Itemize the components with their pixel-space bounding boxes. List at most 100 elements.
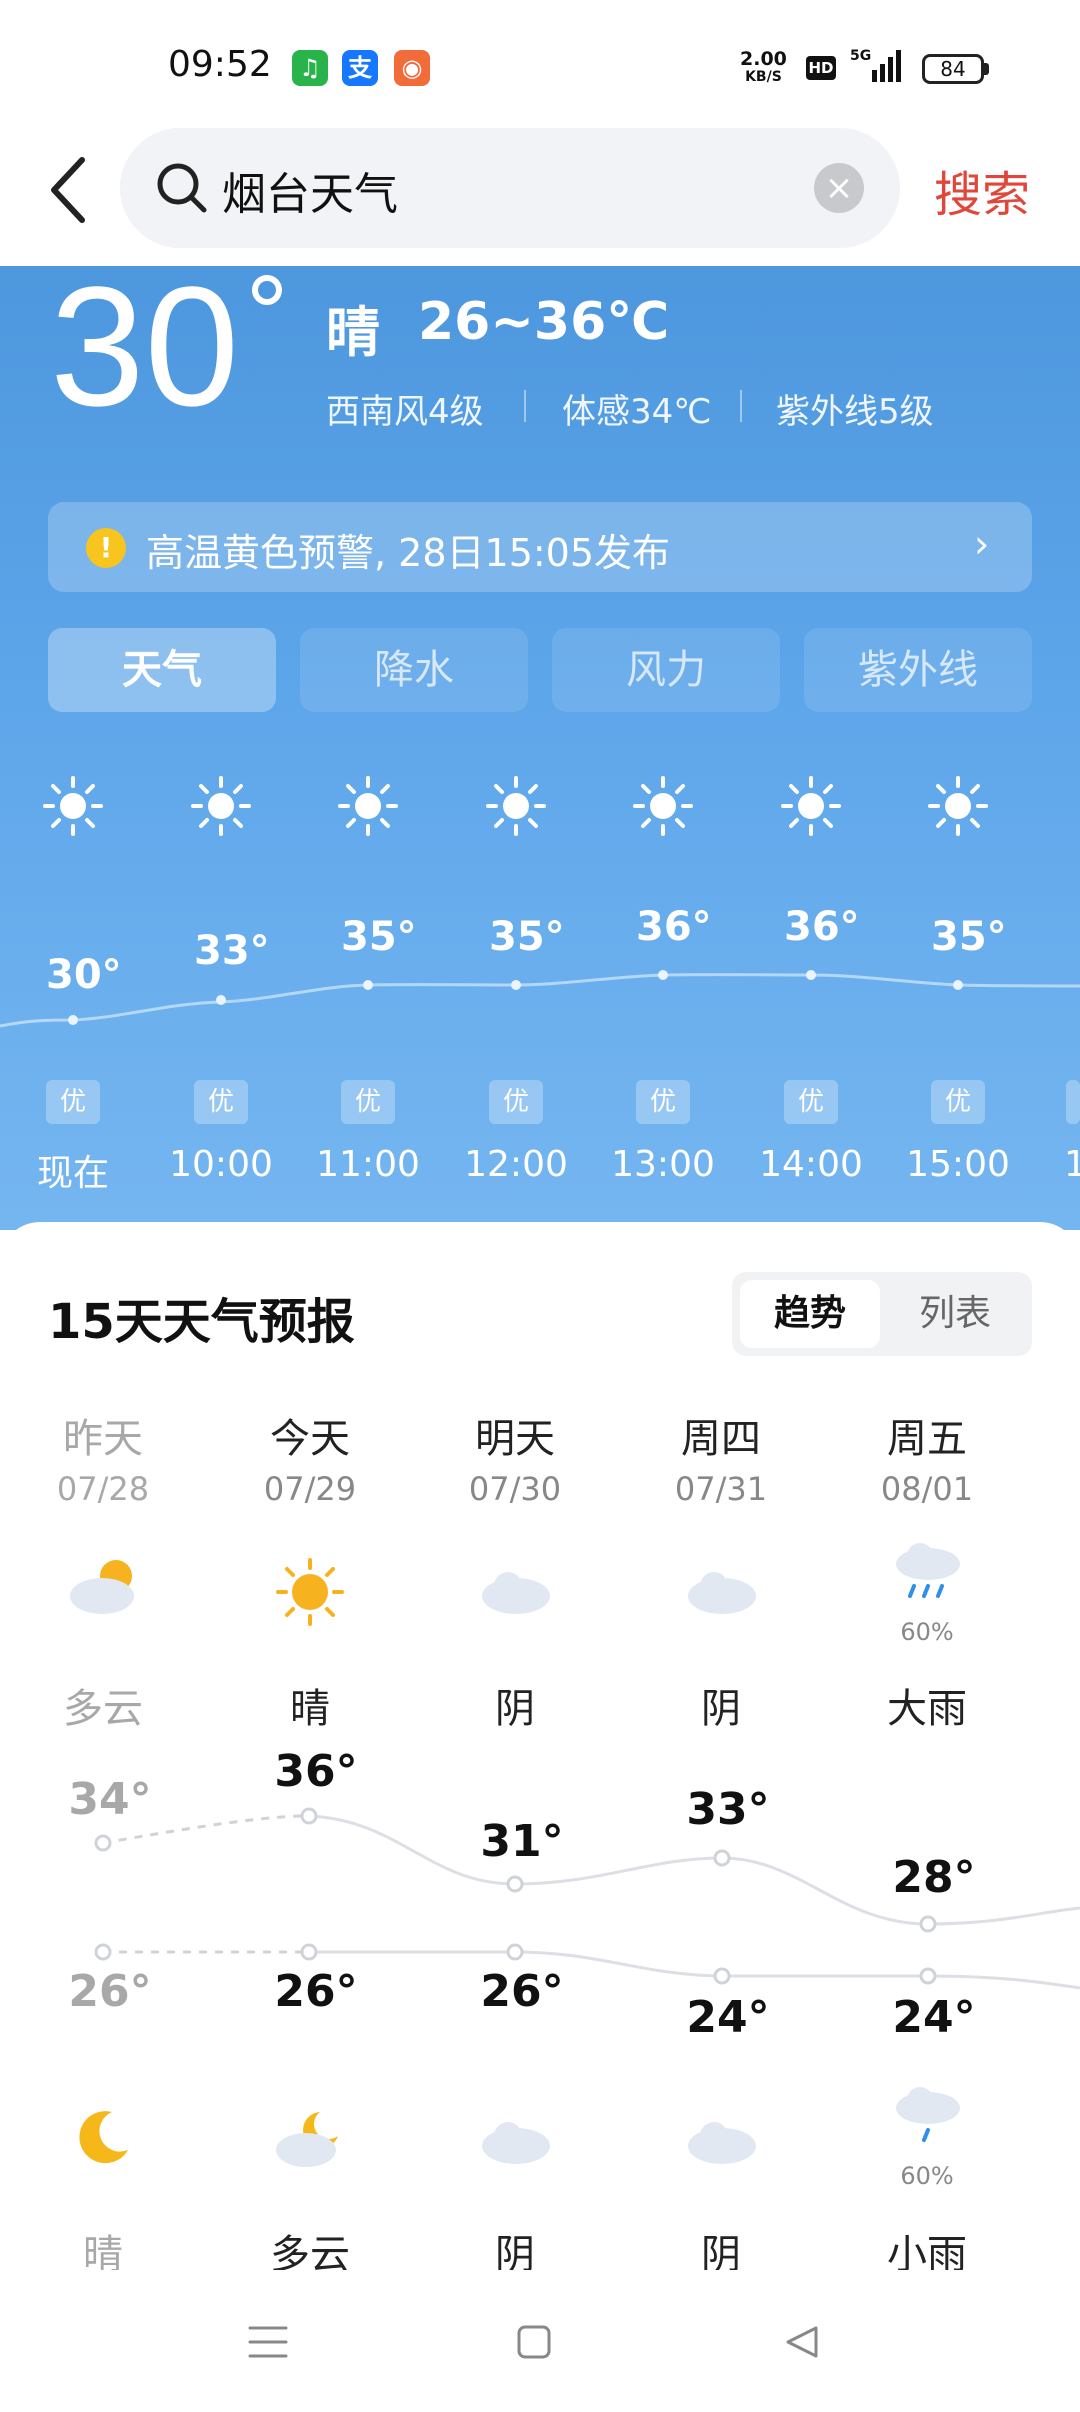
hourly-time: 14:00	[759, 1144, 863, 1185]
hourly-temp: 35°	[931, 914, 1007, 960]
search-button[interactable]: 搜索	[934, 155, 1030, 225]
light-rain-icon	[892, 2084, 964, 2148]
hourly-time: 11:00	[316, 1144, 420, 1185]
meta-divider	[524, 390, 526, 422]
hourly-time-partial: 1	[1064, 1144, 1080, 1185]
alipay-icon: 支	[342, 50, 378, 86]
alert-text: 高温黄色预警, 28日15:05发布	[146, 531, 671, 575]
home-icon[interactable]	[516, 2324, 552, 2360]
sun-icon	[779, 774, 843, 838]
moon-icon	[76, 2108, 132, 2166]
day-condition: 大雨	[887, 1686, 967, 1732]
app-icon-green: ♫	[292, 50, 328, 86]
hourly-temp: 36°	[636, 904, 712, 950]
meta-divider	[740, 390, 742, 422]
forecast-title: 15天天气预报	[48, 1294, 355, 1350]
sun-icon	[484, 774, 548, 838]
back-arrow-icon[interactable]	[44, 150, 100, 230]
hourly-temp: 35°	[489, 914, 565, 960]
hourly-dot	[68, 1015, 78, 1025]
back-triangle-icon[interactable]	[784, 2324, 820, 2360]
network-speed-value: 2.00	[740, 48, 787, 70]
warning-icon: !	[86, 528, 126, 568]
sun-icon	[189, 774, 253, 838]
hd-badge: HD	[806, 56, 836, 80]
network-speed: 2.00 KB/S	[740, 50, 787, 86]
hourly-temp: 33°	[194, 928, 270, 974]
hourly-temp: 36°	[784, 904, 860, 950]
battery-icon: 84	[922, 54, 984, 84]
aqi-badge-partial	[1066, 1080, 1080, 1124]
cloud-icon	[480, 1566, 552, 1616]
day-name: 周四	[681, 1416, 761, 1462]
day-date: 07/31	[674, 1470, 768, 1508]
tab-uv[interactable]: 紫外线	[804, 628, 1032, 712]
toggle-trend-button[interactable]: 趋势	[740, 1280, 880, 1348]
tab-precipitation[interactable]: 降水	[300, 628, 528, 712]
aqi-badge: 优	[636, 1080, 690, 1124]
aqi-badge: 优	[341, 1080, 395, 1124]
clear-icon[interactable]: ×	[814, 163, 864, 213]
sun-icon	[631, 774, 695, 838]
temperature-trend-chart	[94, 1807, 1080, 1990]
hourly-dot	[363, 980, 373, 990]
toggle-list-button[interactable]: 列表	[890, 1280, 1020, 1348]
battery-tip	[984, 63, 989, 75]
temperature-range: 26~36℃	[418, 292, 670, 352]
sun-icon	[336, 774, 400, 838]
app-icon-orange: ◉	[394, 50, 430, 86]
hourly-dot	[953, 980, 963, 990]
day-condition: 多云	[63, 1686, 143, 1732]
wind-info: 西南风4级	[326, 392, 484, 432]
day-name: 周五	[887, 1416, 967, 1462]
hourly-dot	[511, 980, 521, 990]
hourly-temp: 35°	[341, 914, 417, 960]
network-speed-unit: KB/S	[745, 69, 782, 85]
sun-icon	[276, 1558, 344, 1626]
heavy-rain-icon	[892, 1540, 964, 1604]
day-date: 07/28	[56, 1470, 150, 1508]
sun-icon	[41, 774, 105, 838]
hourly-dot	[658, 970, 668, 980]
menu-icon[interactable]	[248, 2324, 288, 2360]
partly-cloudy-night-icon	[272, 2108, 348, 2172]
feels-like: 体感34℃	[562, 392, 712, 432]
aqi-badge: 优	[194, 1080, 248, 1124]
hourly-time: 12:00	[464, 1144, 568, 1185]
tab-wind[interactable]: 风力	[552, 628, 780, 712]
cloud-icon	[686, 2116, 758, 2166]
cloud-icon	[480, 2116, 552, 2166]
cloud-icon	[686, 1566, 758, 1616]
aqi-badge: 优	[489, 1080, 543, 1124]
aqi-badge: 优	[46, 1080, 100, 1124]
signal-icon: 5G	[848, 48, 906, 84]
hourly-time: 15:00	[906, 1144, 1010, 1185]
rain-probability: 60%	[900, 1618, 954, 1646]
aqi-badge: 优	[784, 1080, 838, 1124]
current-temperature: 30	[50, 252, 240, 442]
search-icon	[154, 160, 210, 216]
hourly-time: 现在	[36, 1153, 109, 1194]
chevron-right-icon: ›	[974, 522, 990, 566]
sun-icon	[926, 774, 990, 838]
day-condition: 晴	[290, 1686, 330, 1732]
day-date: 07/29	[263, 1470, 357, 1508]
aqi-badge: 优	[931, 1080, 985, 1124]
hourly-dot	[216, 995, 226, 1005]
degree-symbol	[252, 275, 282, 305]
status-time: 09:52	[168, 44, 272, 85]
rain-probability: 60%	[900, 2162, 954, 2190]
day-date: 08/01	[880, 1470, 974, 1508]
hourly-time: 13:00	[611, 1144, 715, 1185]
tab-weather[interactable]: 天气	[48, 628, 276, 712]
day-date: 07/30	[468, 1470, 562, 1508]
hourly-temp: 30°	[46, 952, 122, 998]
day-condition: 阴	[701, 1686, 741, 1732]
day-name: 明天	[475, 1416, 555, 1462]
partly-cloudy-day-icon	[66, 1556, 142, 1620]
day-name: 昨天	[63, 1416, 143, 1462]
hourly-time: 10:00	[169, 1144, 273, 1185]
uv-index: 紫外线5级	[776, 392, 934, 432]
search-query[interactable]: 烟台天气	[222, 158, 398, 222]
day-name: 今天	[270, 1416, 350, 1462]
